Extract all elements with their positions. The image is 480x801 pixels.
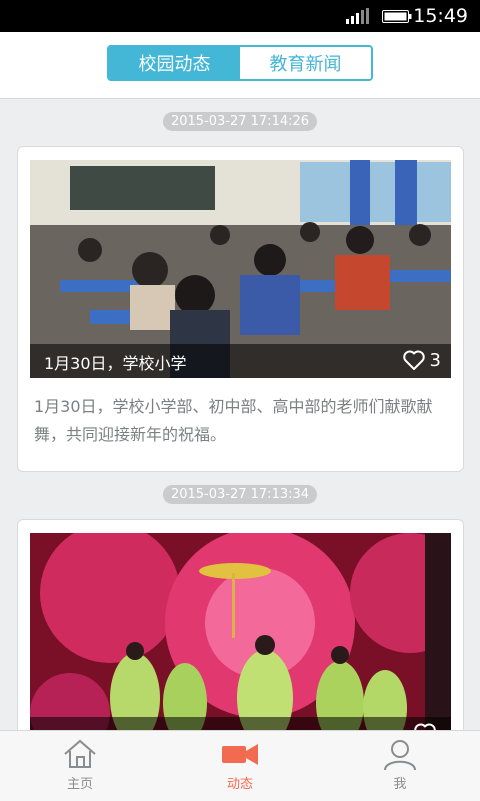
home-icon [64,739,96,768]
nav-me-label: 我 [393,777,407,792]
photo-caption: 1月30日，学校小学 [44,354,187,373]
like-button[interactable]: 3 [402,349,441,371]
bottom-nav: 主页 动态 我 [0,730,480,801]
header: 校园动态 教育新闻 [0,32,480,99]
nav-me[interactable]: 我 [320,731,480,801]
post-photo[interactable] [30,533,451,751]
status-time: 15:49 [413,5,468,27]
nav-feed[interactable]: 动态 [160,731,320,801]
like-count: 3 [429,349,441,371]
post-photo[interactable]: 1月30日，学校小学 3 [30,160,451,378]
nav-home-label: 主页 [66,777,93,792]
nav-feed-label: 动态 [226,777,253,792]
status-bar: 15:49 [0,0,480,32]
post-description: 1月30日，学校小学部、初中部、高中部的老师们献歌献舞，共同迎接新年的祝福。 [34,397,433,444]
heart-icon [402,350,425,370]
segmented-tabs: 校园动态 教育新闻 [107,45,373,81]
post-timestamp: 2015-03-27 17:14:26 [162,112,318,131]
photo-caption-bar: 1月30日，学校小学 3 [30,344,451,378]
battery-icon [382,10,412,23]
post-card[interactable]: 1月30日，学校小学 3 1月30日，学校小学部、初中部、高中部的老师们献歌献舞… [17,146,464,472]
video-camera-icon [222,744,258,765]
tab-education-news[interactable]: 教育新闻 [240,47,371,79]
nav-home[interactable]: 主页 [0,731,160,801]
signal-icon [346,8,369,24]
post-timestamp: 2015-03-27 17:13:34 [162,485,318,504]
person-icon [384,740,416,771]
tab-campus-news[interactable]: 校园动态 [109,47,240,79]
